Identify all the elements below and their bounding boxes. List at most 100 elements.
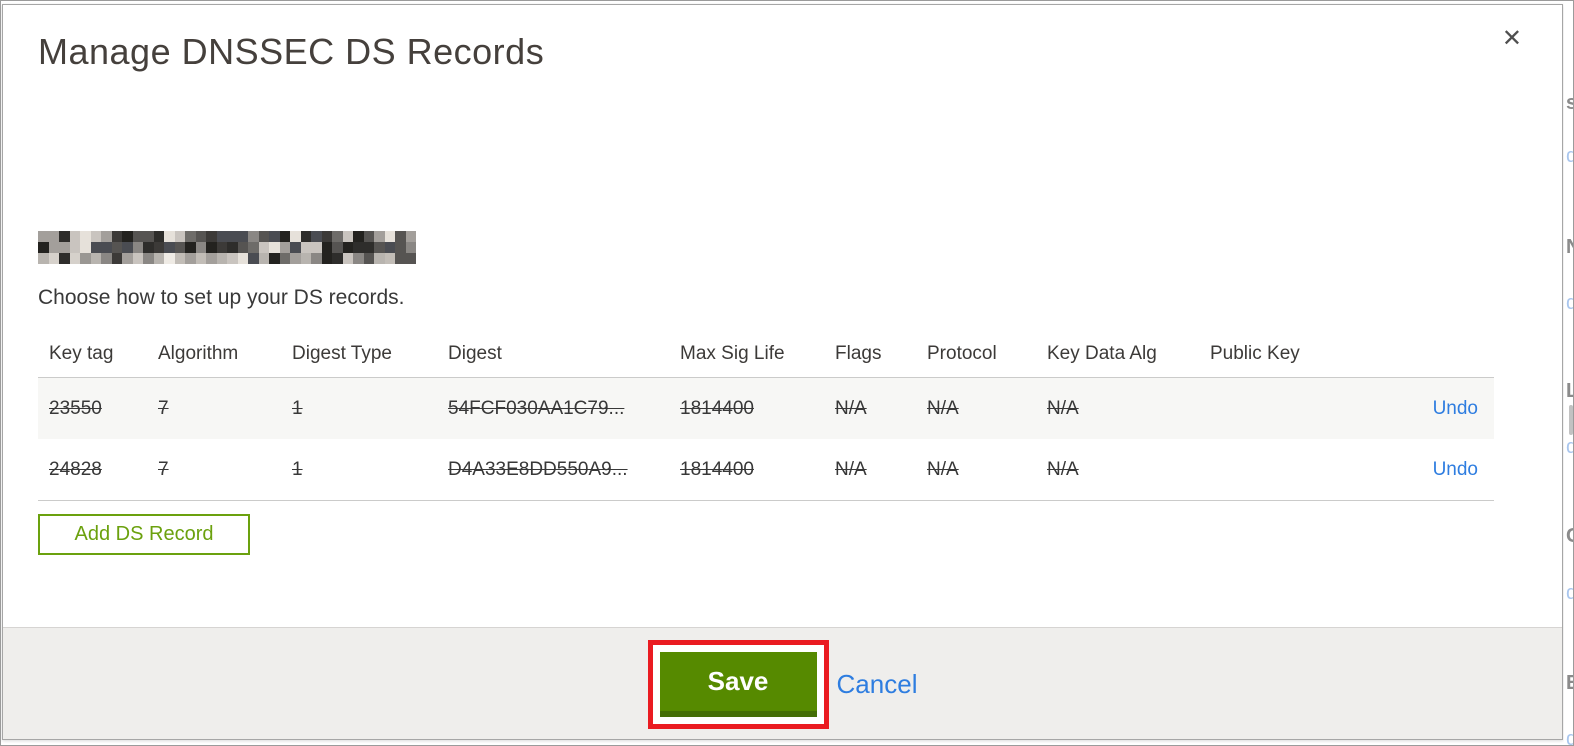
cancel-link[interactable]: Cancel xyxy=(837,669,918,700)
add-ds-record-button[interactable]: Add DS Record xyxy=(38,514,250,555)
redaction-pixel xyxy=(111,253,122,264)
redaction-pixel xyxy=(101,231,112,242)
redaction-pixel xyxy=(90,242,101,253)
dialog-title: Manage DNSSEC DS Records xyxy=(38,31,545,72)
redaction-pixel xyxy=(227,253,238,264)
table-cell: N/A xyxy=(835,397,867,419)
redaction-pixel xyxy=(374,231,385,242)
redaction-pixel xyxy=(311,242,322,253)
background-text-fragment: C xyxy=(1566,525,1574,547)
table-cell: 7 xyxy=(158,458,169,480)
redaction-pixel xyxy=(132,253,143,264)
redaction-pixel xyxy=(321,231,332,242)
redaction-pixel xyxy=(269,231,280,242)
redaction-pixel xyxy=(248,253,259,264)
redaction-pixel xyxy=(48,242,59,253)
redaction-pixel xyxy=(185,231,196,242)
redaction-pixel xyxy=(101,253,112,264)
redaction-pixel xyxy=(69,231,80,242)
redaction-pixel xyxy=(353,253,364,264)
redaction-pixel xyxy=(216,253,227,264)
redaction-pixel xyxy=(395,231,406,242)
column-header-flags: Flags xyxy=(835,343,882,364)
redaction-pixel xyxy=(132,231,143,242)
column-header-protocol: Protocol xyxy=(927,343,997,364)
table-cell: 7 xyxy=(158,397,169,419)
redaction-pixel xyxy=(353,242,364,253)
redaction-pixel xyxy=(38,253,49,264)
redaction-pixel xyxy=(321,242,332,253)
redaction-pixel xyxy=(332,231,343,242)
background-text-fragment: s xyxy=(1566,92,1574,114)
redaction-pixel xyxy=(342,242,353,253)
background-text-fragment: d xyxy=(1566,436,1574,458)
background-text-fragment: d xyxy=(1566,145,1574,167)
save-button[interactable]: Save xyxy=(659,652,817,717)
redaction-pixel xyxy=(227,242,238,253)
redaction-pixel xyxy=(342,231,353,242)
table-cell: 1814400 xyxy=(680,458,754,480)
close-icon[interactable]: ✕ xyxy=(1502,27,1522,51)
redaction-pixel xyxy=(153,231,164,242)
redaction-pixel xyxy=(227,231,238,242)
redaction-pixel xyxy=(384,253,395,264)
redaction-pixel xyxy=(38,231,49,242)
table-cell: N/A xyxy=(1047,458,1079,480)
redaction-pixel xyxy=(111,231,122,242)
redaction-pixel xyxy=(279,242,290,253)
redaction-pixel xyxy=(279,231,290,242)
table-cell: D4A33E8DD550A9... xyxy=(448,458,628,480)
redaction-pixel xyxy=(363,242,374,253)
redaction-pixel xyxy=(143,231,154,242)
table-cell: 54FCF030AA1C79... xyxy=(448,397,625,419)
redaction-pixel xyxy=(332,242,343,253)
column-header-key-data-alg: Key Data Alg xyxy=(1047,343,1157,364)
redaction-pixel xyxy=(353,231,364,242)
undo-link[interactable]: Undo xyxy=(1433,398,1494,420)
redaction-pixel xyxy=(311,231,322,242)
redaction-pixel xyxy=(153,242,164,253)
redaction-pixel xyxy=(269,242,280,253)
redaction-pixel xyxy=(342,253,353,264)
background-page-sliver: s d Nd Ld Cd Ed xyxy=(1564,0,1574,746)
redaction-pixel xyxy=(290,253,301,264)
redaction-pixel xyxy=(405,242,416,253)
column-header-digest-type: Digest Type xyxy=(292,343,392,364)
instruction-text: Choose how to set up your DS records. xyxy=(38,286,405,309)
redaction-pixel xyxy=(216,231,227,242)
column-header-max-sig-life: Max Sig Life xyxy=(680,343,785,364)
redaction-pixel xyxy=(80,253,91,264)
redaction-pixel xyxy=(290,231,301,242)
redaction-pixel xyxy=(374,253,385,264)
redaction-pixel xyxy=(101,242,112,253)
redaction-pixel xyxy=(143,253,154,264)
redaction-pixel xyxy=(206,231,217,242)
redaction-pixel xyxy=(111,242,122,253)
table-cell: 24828 xyxy=(49,458,102,480)
table-cell: N/A xyxy=(927,458,959,480)
redaction-pixel xyxy=(300,242,311,253)
redaction-pixel xyxy=(69,253,80,264)
table-cell: N/A xyxy=(835,458,867,480)
redacted-domain-name xyxy=(38,231,416,264)
annotation-highlight-box: Save xyxy=(647,640,829,729)
redaction-pixel xyxy=(269,253,280,264)
redaction-pixel xyxy=(216,242,227,253)
redaction-pixel xyxy=(405,231,416,242)
table-cell: N/A xyxy=(1047,397,1079,419)
ds-records-table: Key tag Algorithm Digest Type Digest Max Sig… xyxy=(38,331,1494,501)
undo-link[interactable]: Undo xyxy=(1433,459,1494,481)
redaction-pixel xyxy=(153,253,164,264)
redaction-pixel xyxy=(164,253,175,264)
redaction-pixel xyxy=(48,231,59,242)
redaction-pixel xyxy=(248,242,259,253)
page-scrollbar-thumb[interactable] xyxy=(1569,405,1573,435)
redaction-pixel xyxy=(363,253,374,264)
background-text-fragment: d xyxy=(1566,728,1574,746)
table-cell: 1814400 xyxy=(680,397,754,419)
redaction-pixel xyxy=(206,242,217,253)
redaction-pixel xyxy=(384,242,395,253)
redaction-pixel xyxy=(395,253,406,264)
redaction-pixel xyxy=(90,253,101,264)
table-row: 24828 7 1 D4A33E8DD550A9... 1814400 N/A N/A N/A… xyxy=(38,439,1494,501)
